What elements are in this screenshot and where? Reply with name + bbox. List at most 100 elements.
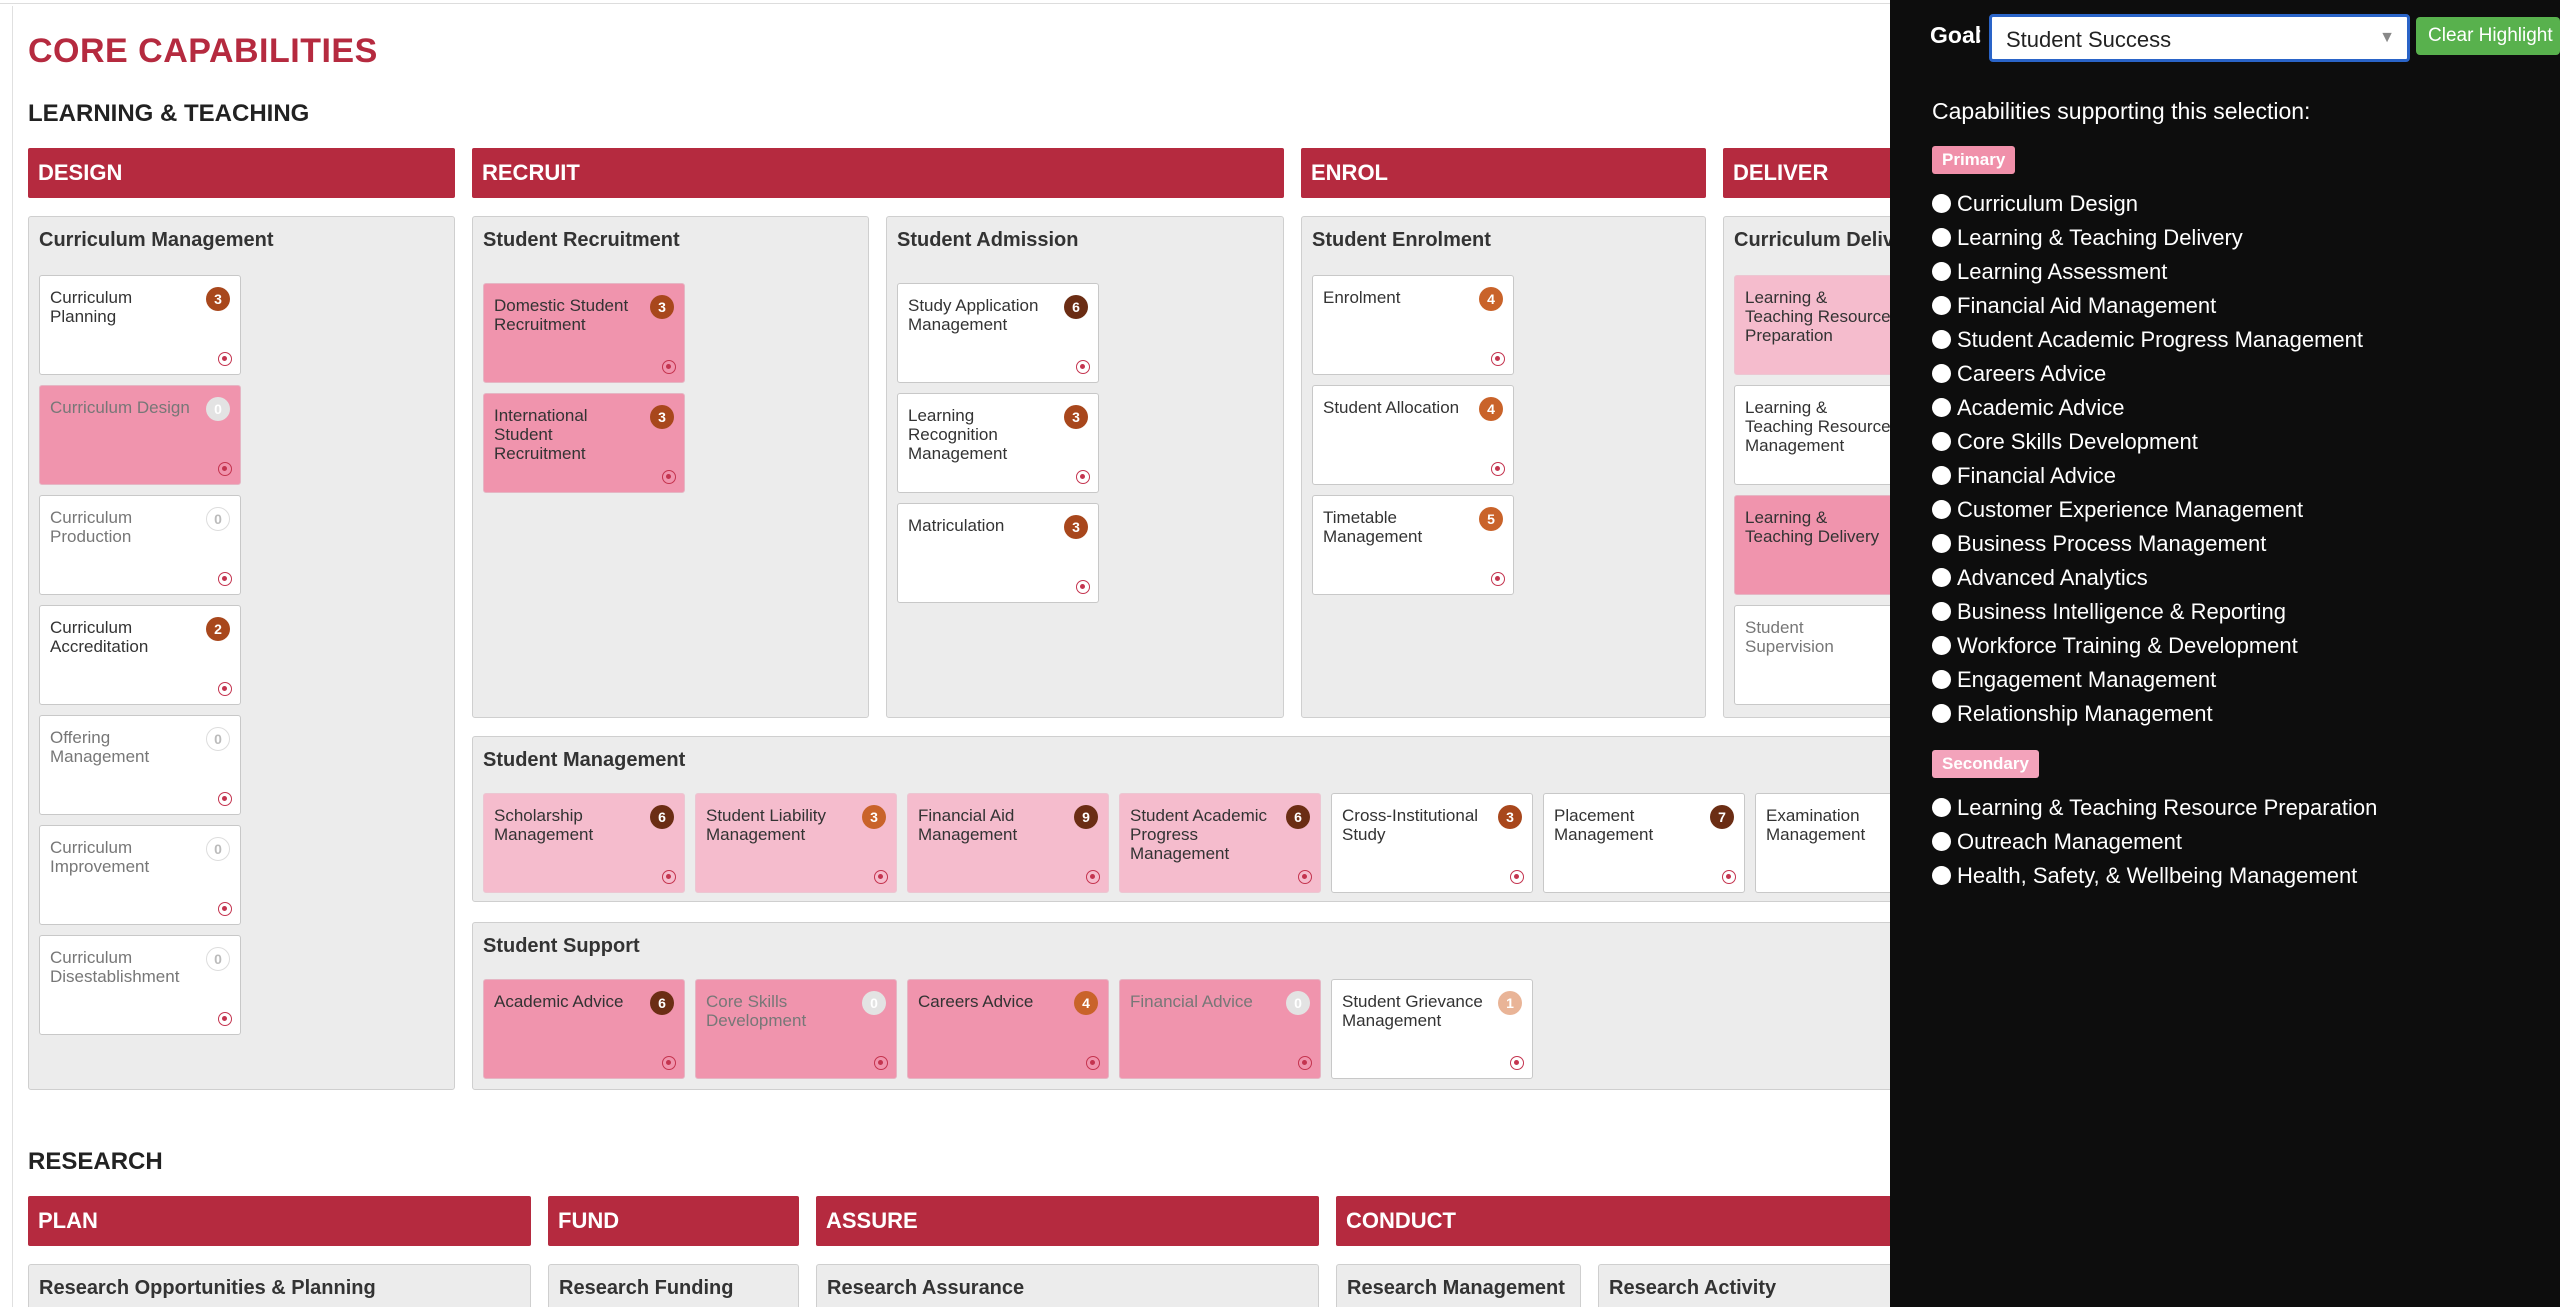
target-icon[interactable] [662, 360, 676, 374]
target-icon[interactable] [1298, 1056, 1312, 1070]
target-icon[interactable] [662, 870, 676, 884]
capability-card[interactable]: Learning & Teaching Resource Management [1734, 385, 1890, 485]
capability-card[interactable]: Examination Management [1755, 793, 1890, 893]
card-label: International Student Recruitment [494, 406, 588, 463]
capability-card[interactable]: Curriculum Accreditation 2 [39, 605, 241, 705]
capability-card[interactable]: Financial Advice 0 [1119, 979, 1321, 1079]
card-label: Study Application Management [908, 296, 1039, 334]
capability-list-item[interactable]: Customer Experience Management [1932, 497, 2303, 527]
target-icon[interactable] [1491, 352, 1505, 366]
target-icon[interactable] [218, 572, 232, 586]
capability-list-item[interactable]: Health, Safety, & Wellbeing Management [1932, 863, 2357, 893]
capability-list-item[interactable]: Engagement Management [1932, 667, 2216, 697]
capability-card[interactable]: Cross-Institutional Study 3 [1331, 793, 1533, 893]
capability-card[interactable]: Scholarship Management 6 [483, 793, 685, 893]
capability-card[interactable]: Placement Management 7 [1543, 793, 1745, 893]
capability-list-item[interactable]: Outreach Management [1932, 829, 2182, 859]
capability-list-item[interactable]: Curriculum Design [1932, 191, 2138, 221]
capability-card[interactable]: Learning & Teaching Resource Preparation [1734, 275, 1890, 375]
capability-list-item[interactable]: Relationship Management [1932, 701, 2213, 731]
target-icon[interactable] [874, 1056, 888, 1070]
target-icon[interactable] [218, 1012, 232, 1026]
capability-card[interactable]: Student Grievance Management 1 [1331, 979, 1533, 1079]
target-icon[interactable] [874, 870, 888, 884]
phase-plan: PLAN [28, 1196, 531, 1246]
capability-list-item[interactable]: Student Academic Progress Management [1932, 327, 2363, 357]
target-icon[interactable] [662, 470, 676, 484]
capability-map: CORE CAPABILITIES LEARNING & TEACHING DE… [0, 0, 1890, 1307]
target-icon[interactable] [1076, 470, 1090, 484]
capability-card[interactable]: Curriculum Improvement 0 [39, 825, 241, 925]
capability-card[interactable]: Study Application Management 6 [897, 283, 1099, 383]
capability-card[interactable]: Learning Recognition Management 3 [897, 393, 1099, 493]
card-label: Offering Management [50, 728, 150, 766]
capability-card[interactable]: Careers Advice 4 [907, 979, 1109, 1079]
capability-card[interactable]: Student Allocation 4 [1312, 385, 1514, 485]
capability-card[interactable]: Financial Aid Management 9 [907, 793, 1109, 893]
radio-icon [1932, 534, 1951, 553]
target-icon[interactable] [1086, 870, 1100, 884]
group-student-management: Student Management Scholarship Managemen… [472, 736, 1890, 902]
capability-card[interactable]: Curriculum Planning 3 [39, 275, 241, 375]
capability-card[interactable]: Enrolment 4 [1312, 275, 1514, 375]
target-icon[interactable] [218, 902, 232, 916]
radio-icon [1932, 262, 1951, 281]
capability-card[interactable]: Domestic Student Recruitment 3 [483, 283, 685, 383]
radio-icon [1932, 364, 1951, 383]
capability-card[interactable]: Matriculation 3 [897, 503, 1099, 603]
target-icon[interactable] [1076, 360, 1090, 374]
target-icon[interactable] [1298, 870, 1312, 884]
count-badge: 7 [1710, 805, 1734, 829]
target-icon[interactable] [1076, 580, 1090, 594]
capability-list-item[interactable]: Financial Advice [1932, 463, 2116, 493]
target-icon[interactable] [218, 352, 232, 366]
capability-list-item[interactable]: Learning & Teaching Resource Preparation [1932, 795, 2377, 825]
capability-list-item[interactable]: Workforce Training & Development [1932, 633, 2298, 663]
capability-card[interactable]: Student Academic Progress Management 6 [1119, 793, 1321, 893]
capability-list-item[interactable]: Academic Advice [1932, 395, 2125, 425]
capability-card[interactable]: Learning & Teaching Delivery [1734, 495, 1890, 595]
caret-down-icon: ▼ [2379, 29, 2395, 46]
capability-list-item[interactable]: Core Skills Development [1932, 429, 2198, 459]
group-title: Student Support [483, 935, 640, 957]
card-label: Learning & Teaching Resource Preparation [1745, 288, 1890, 345]
card-label: Student Academic Progress Management [1130, 806, 1268, 863]
capability-card[interactable]: Academic Advice 6 [483, 979, 685, 1079]
card-label: Scholarship Management [494, 806, 594, 844]
target-icon[interactable] [1722, 870, 1736, 884]
target-icon[interactable] [1510, 1056, 1524, 1070]
group-title: Student Recruitment [483, 229, 680, 251]
target-icon[interactable] [218, 462, 232, 476]
target-icon[interactable] [218, 682, 232, 696]
capability-card[interactable]: Student Liability Management 3 [695, 793, 897, 893]
clear-highlight-button[interactable]: Clear Highlight [2416, 17, 2560, 55]
radio-icon [1932, 228, 1951, 247]
target-icon[interactable] [662, 1056, 676, 1070]
capability-list-item[interactable]: Advanced Analytics [1932, 565, 2148, 595]
goal-select[interactable]: Student Success ▼ [1989, 14, 2410, 62]
capability-list-label: Core Skills Development [1957, 429, 2198, 454]
target-icon[interactable] [1491, 462, 1505, 476]
capability-card[interactable]: Timetable Management 5 [1312, 495, 1514, 595]
capability-list-item[interactable]: Learning & Teaching Delivery [1932, 225, 2243, 255]
capability-card[interactable]: Core Skills Development 0 [695, 979, 897, 1079]
capability-card[interactable]: Curriculum Disestablishment 0 [39, 935, 241, 1035]
capability-card[interactable]: International Student Recruitment 3 [483, 393, 685, 493]
card-label: Academic Advice [494, 992, 624, 1011]
target-icon[interactable] [218, 792, 232, 806]
capability-list-label: Advanced Analytics [1957, 565, 2148, 590]
capability-list-item[interactable]: Financial Aid Management [1932, 293, 2216, 323]
capability-list-item[interactable]: Business Intelligence & Reporting [1932, 599, 2286, 629]
capability-card[interactable]: Curriculum Production 0 [39, 495, 241, 595]
target-icon[interactable] [1510, 870, 1524, 884]
capability-card[interactable]: Curriculum Design 0 [39, 385, 241, 485]
capability-list-item[interactable]: Learning Assessment [1932, 259, 2167, 289]
capability-card[interactable]: Offering Management 0 [39, 715, 241, 815]
target-icon[interactable] [1491, 572, 1505, 586]
target-icon[interactable] [1086, 1056, 1100, 1070]
capability-list-item[interactable]: Careers Advice [1932, 361, 2106, 391]
capability-list-item[interactable]: Business Process Management [1932, 531, 2266, 561]
group-title: Research Funding [559, 1277, 734, 1299]
radio-icon [1932, 194, 1951, 213]
capability-card[interactable]: Student Supervision [1734, 605, 1890, 705]
